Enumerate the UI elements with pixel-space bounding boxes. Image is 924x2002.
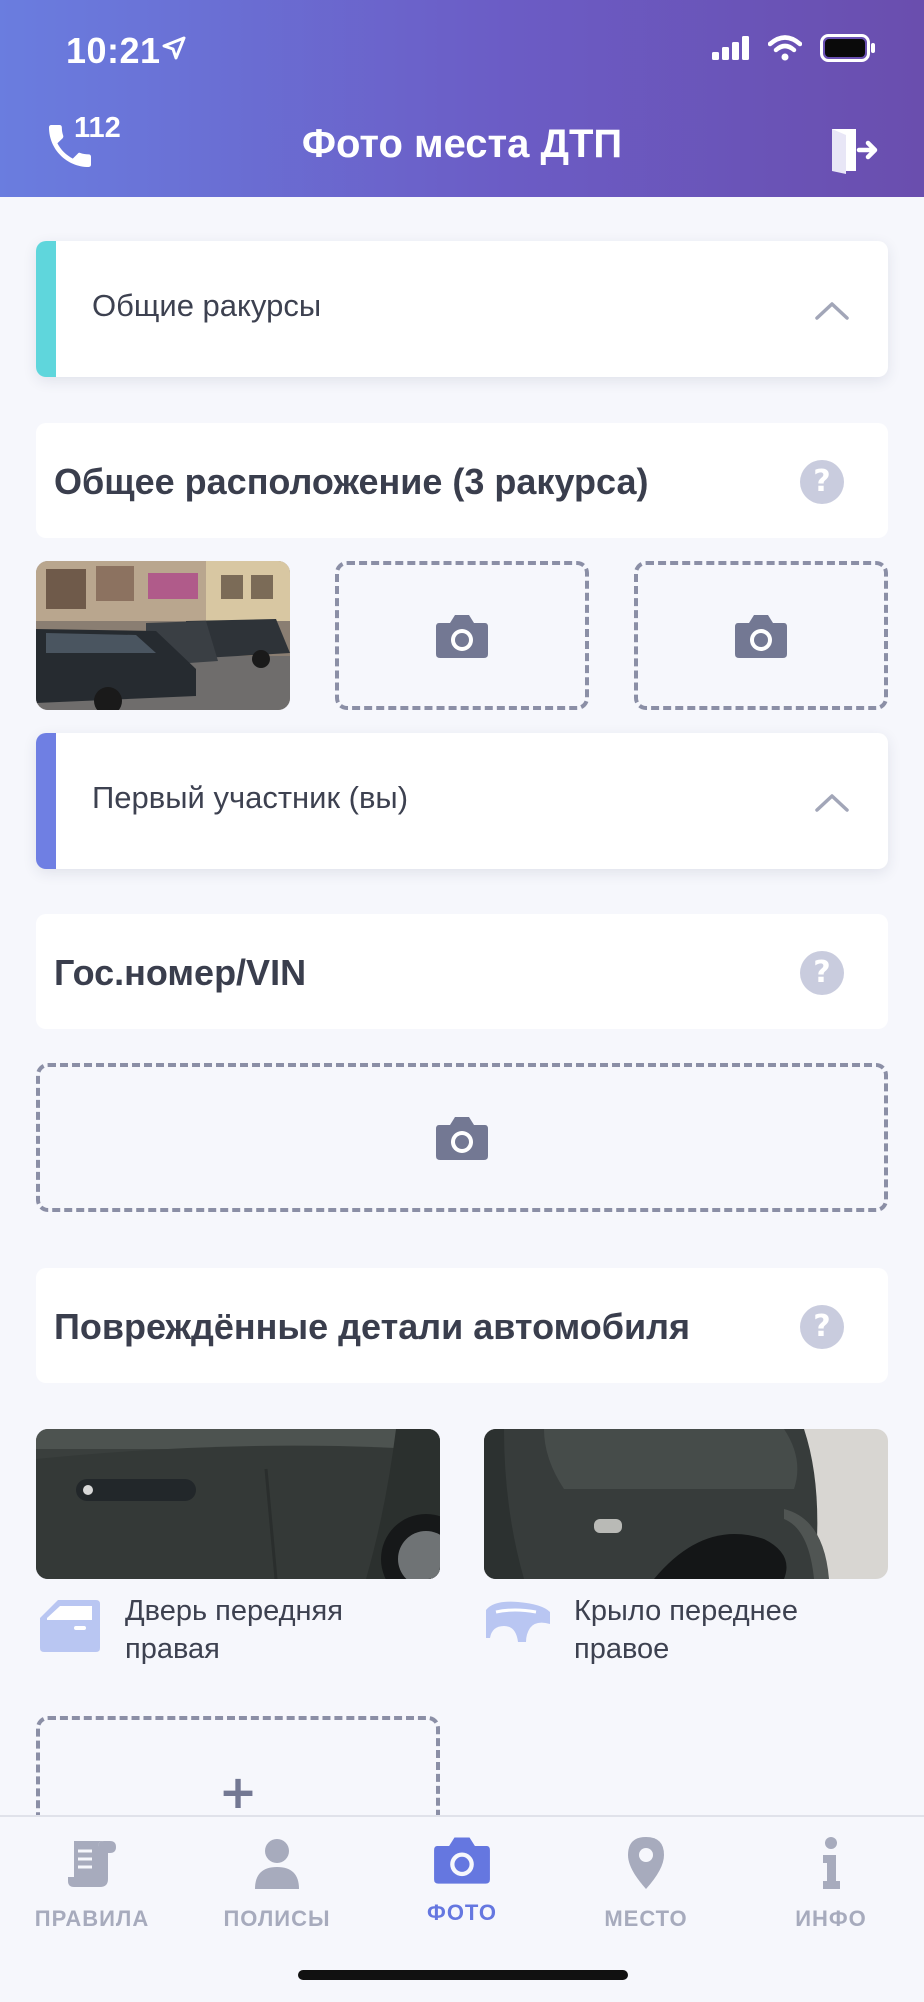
location-pin-icon — [628, 1837, 664, 1889]
exit-icon[interactable] — [828, 126, 878, 174]
status-time: 10:21 — [66, 30, 161, 71]
page-title: Фото места ДТП — [301, 122, 623, 166]
battery-icon — [820, 34, 875, 62]
app-header: 10:21 112 Фото места ДТП — [0, 0, 924, 197]
camera-icon — [434, 1837, 490, 1884]
help-icon[interactable]: ? — [800, 1305, 844, 1349]
plate-vin-title: Гос.номер/VIN — [54, 952, 307, 993]
info-icon — [823, 1837, 840, 1889]
tab-info[interactable]: ИНФО — [751, 1835, 911, 1932]
fender-photo-image — [484, 1429, 888, 1579]
section-general-angles[interactable]: Общие ракурсы — [36, 241, 888, 377]
general-location-title: Общее расположение (3 ракурса) — [54, 461, 649, 502]
camera-icon — [436, 1116, 488, 1160]
damaged-part-photo-door[interactable] — [36, 1429, 440, 1579]
person-icon — [255, 1839, 299, 1889]
parking-lot-photo-image — [36, 561, 290, 710]
plate-vin-card: Гос.номер/VIN ? — [36, 914, 888, 1029]
help-icon[interactable]: ? — [800, 460, 844, 504]
camera-icon — [436, 614, 488, 658]
damaged-parts-card: Повреждённые детали автомобиля ? — [36, 1268, 888, 1383]
part-label-line: правая — [125, 1633, 220, 1665]
camera-icon — [735, 614, 787, 658]
general-location-card: Общее расположение (3 ракурса) ? — [36, 423, 888, 538]
wifi-icon — [768, 35, 802, 61]
part-label-line: правое — [574, 1633, 670, 1665]
location-arrow-icon — [162, 36, 186, 60]
scroll-icon — [68, 1841, 116, 1887]
car-door-icon — [40, 1600, 100, 1652]
section-label: Первый участник (вы) — [92, 780, 409, 815]
chevron-up-icon[interactable] — [814, 791, 850, 813]
section-label: Общие ракурсы — [92, 288, 322, 323]
add-plate-photo-slot[interactable] — [36, 1063, 888, 1212]
home-indicator[interactable] — [298, 1970, 628, 1980]
car-fender-icon — [486, 1601, 550, 1642]
add-photo-slot[interactable] — [335, 561, 589, 710]
plus-icon: + — [218, 1765, 258, 1819]
section-first-participant[interactable]: Первый участник (вы) — [36, 733, 888, 869]
section-accent-bar — [36, 241, 56, 377]
tab-label: ПОЛИСЫ — [223, 1906, 331, 1931]
tab-photo[interactable]: ФОТО — [382, 1835, 542, 1926]
tab-label: ФОТО — [427, 1900, 497, 1925]
tab-label: ПРАВИЛА — [34, 1906, 150, 1931]
add-photo-slot[interactable] — [634, 561, 888, 710]
part-label-line: Дверь передняя — [125, 1595, 343, 1627]
tab-rules[interactable]: ПРАВИЛА — [12, 1835, 172, 1932]
help-icon[interactable]: ? — [800, 951, 844, 995]
signal-icon — [712, 36, 749, 60]
location-photo-1[interactable] — [36, 561, 290, 710]
damaged-part-photo-fender[interactable] — [484, 1429, 888, 1579]
status-icons — [712, 34, 876, 62]
tab-label: МЕСТО — [604, 1906, 688, 1931]
part-label-door: Дверь передняя правая — [125, 1592, 343, 1668]
tab-label: ИНФО — [795, 1906, 867, 1931]
section-accent-bar — [36, 733, 56, 869]
tab-policies[interactable]: ПОЛИСЫ — [197, 1835, 357, 1932]
chevron-up-icon[interactable] — [814, 299, 850, 321]
damaged-parts-title: Повреждённые детали автомобиля — [54, 1306, 690, 1347]
door-photo-image — [36, 1429, 440, 1579]
tab-place[interactable]: МЕСТО — [566, 1835, 726, 1932]
part-label-fender: Крыло переднее правое — [574, 1592, 798, 1668]
part-label-line: Крыло переднее — [574, 1595, 798, 1627]
